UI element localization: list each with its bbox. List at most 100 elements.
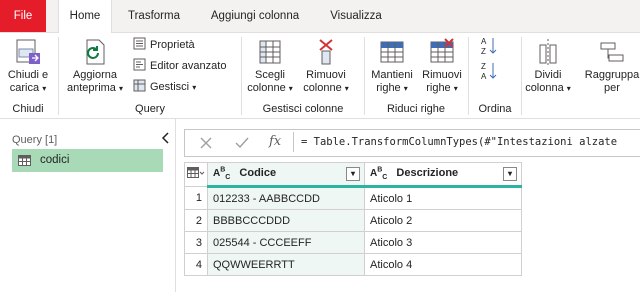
group-label-chiudi: Chiudi — [12, 103, 44, 115]
cell-descrizione[interactable]: Aticolo 2 — [364, 209, 522, 232]
split-column-label-2: colonna — [525, 82, 564, 94]
svg-text:A: A — [481, 37, 487, 46]
refresh-label-2: anteprima — [67, 82, 116, 94]
svg-text:Z: Z — [481, 47, 486, 56]
group-by-label-1: Raggruppa — [584, 69, 640, 81]
cell-codice[interactable]: BBBBCCCDDD — [207, 209, 365, 232]
choose-columns-label-1: Scegli — [255, 69, 285, 81]
close-and-load-label-2: carica — [9, 82, 40, 94]
svg-text:A: A — [481, 72, 487, 81]
remove-rows-label-1: Rimuovi — [422, 69, 462, 81]
data-grid: ABC Codice ▾ ABC Descrizione ▾ 1 012233 … — [184, 162, 522, 276]
manage-button[interactable]: Gestisci ▾ — [133, 78, 196, 96]
confirm-icon[interactable] — [235, 136, 249, 150]
group-by-button[interactable]: Raggruppa per — [584, 37, 640, 95]
query-item-codici[interactable]: codici — [12, 149, 163, 172]
remove-columns-label-2: colonne — [303, 82, 342, 94]
choose-columns-icon — [259, 40, 281, 64]
function-icon[interactable]: fx — [269, 134, 281, 149]
cell-descrizione[interactable]: Aticolo 1 — [364, 186, 522, 210]
group-label-query: Query — [135, 103, 165, 115]
grid-corner[interactable] — [184, 162, 208, 187]
tab-file[interactable]: File — [0, 0, 46, 32]
remove-rows-button[interactable]: Rimuovi righe ▾ — [418, 37, 466, 95]
remove-columns-button[interactable]: Rimuovi colonne ▾ — [300, 37, 352, 95]
column-header-codice[interactable]: ABC Codice ▾ — [207, 162, 365, 188]
group-label-ordina: Ordina — [478, 103, 512, 115]
sort-descending-button[interactable]: Z A — [478, 60, 500, 86]
sort-ascending-button[interactable]: A Z — [478, 35, 500, 61]
filter-dropdown-icon[interactable]: ▾ — [503, 167, 517, 181]
refresh-icon — [86, 39, 105, 65]
group-label-riduci-righe: Riduci righe — [386, 103, 446, 115]
manage-icon — [133, 79, 146, 92]
tab-home[interactable]: Home — [58, 0, 112, 33]
refresh-preview-button[interactable]: Aggiorna anteprima ▾ — [64, 37, 126, 95]
table-row: 2 BBBBCCCDDD Aticolo 2 — [184, 209, 522, 232]
query-item-label: codici — [40, 154, 70, 166]
filter-dropdown-icon[interactable]: ▾ — [346, 167, 360, 181]
group-by-icon — [600, 42, 624, 62]
row-number[interactable]: 1 — [184, 186, 208, 210]
advanced-editor-icon — [133, 58, 146, 71]
close-and-load-label-1: Chiudi e — [7, 69, 49, 81]
cell-codice[interactable]: 012233 - AABBCCDD — [207, 186, 365, 210]
chevron-left-icon[interactable] — [161, 131, 171, 145]
ribbon-separator — [468, 37, 469, 115]
remove-columns-icon — [319, 39, 333, 65]
table-icon — [18, 155, 31, 166]
advanced-editor-button[interactable]: Editor avanzato — [133, 57, 226, 75]
keep-rows-button[interactable]: Mantieni righe ▾ — [366, 37, 418, 95]
keep-rows-label-2: righe — [376, 82, 401, 94]
main-area: fx = Table.TransformColumnTypes(#"Intest… — [176, 119, 640, 292]
split-column-icon — [539, 39, 557, 65]
group-by-label-2: per — [604, 82, 620, 94]
row-number[interactable]: 3 — [184, 231, 208, 254]
table-row: 1 012233 - AABBCCDD Aticolo 1 — [184, 186, 522, 210]
sort-descending-icon: Z A — [481, 62, 497, 81]
queries-pane: Query [1] codici — [0, 119, 176, 292]
cancel-icon[interactable] — [199, 136, 213, 150]
cell-descrizione[interactable]: Aticolo 3 — [364, 231, 522, 254]
ribbon: Chiudi e carica ▾ Chiudi Aggiorna antepr… — [0, 33, 640, 119]
formula-input[interactable]: = Table.TransformColumnTypes(#"Intestazi… — [301, 136, 639, 148]
formula-divider — [293, 132, 294, 152]
group-label-gestisci-colonne: Gestisci colonne — [262, 103, 344, 115]
text-type-icon: ABC — [370, 166, 388, 182]
close-and-load-button[interactable]: Chiudi e carica ▾ — [2, 37, 54, 95]
split-column-button[interactable]: Dividi colonna ▾ — [522, 37, 574, 95]
refresh-label-1: Aggiorna — [72, 69, 118, 81]
keep-rows-label-1: Mantieni — [371, 69, 413, 81]
tab-visualizza[interactable]: Visualizza — [320, 0, 392, 32]
row-number[interactable]: 2 — [184, 209, 208, 232]
manage-label: Gestisci — [150, 81, 190, 93]
remove-rows-icon — [430, 38, 454, 63]
formula-bar: fx = Table.TransformColumnTypes(#"Intest… — [184, 129, 640, 157]
tab-aggiungi-colonna[interactable]: Aggiungi colonna — [198, 0, 312, 32]
svg-text:Z: Z — [481, 62, 486, 71]
text-type-icon: ABC — [213, 166, 231, 182]
keep-rows-icon — [380, 41, 404, 63]
column-header-label: Descrizione — [396, 167, 459, 180]
choose-columns-button[interactable]: Scegli colonne ▾ — [246, 37, 294, 95]
ribbon-tab-bar: File Home Trasforma Aggiungi colonna Vis… — [0, 0, 640, 33]
table-row: 4 QQWWEERRTT Aticolo 4 — [184, 253, 522, 276]
table-menu-icon — [187, 167, 205, 178]
column-header-label: Codice — [239, 167, 277, 180]
properties-label: Proprietà — [150, 39, 195, 51]
tab-trasforma[interactable]: Trasforma — [118, 0, 190, 32]
split-column-label-1: Dividi — [534, 69, 562, 81]
properties-icon — [133, 37, 146, 50]
remove-rows-label-2: righe — [426, 82, 451, 94]
ribbon-separator — [58, 37, 59, 115]
table-row: 3 025544 - CCCEEFF Aticolo 3 — [184, 231, 522, 254]
remove-columns-label-1: Rimuovi — [306, 69, 346, 81]
sort-ascending-icon: A Z — [481, 37, 497, 56]
cell-descrizione[interactable]: Aticolo 4 — [364, 253, 522, 276]
properties-button[interactable]: Proprietà — [133, 36, 195, 54]
row-number[interactable]: 4 — [184, 253, 208, 276]
column-header-descrizione[interactable]: ABC Descrizione ▾ — [364, 162, 522, 188]
cell-codice[interactable]: QQWWEERRTT — [207, 253, 365, 276]
queries-pane-title: Query [1] — [12, 134, 58, 146]
cell-codice[interactable]: 025544 - CCCEEFF — [207, 231, 365, 254]
